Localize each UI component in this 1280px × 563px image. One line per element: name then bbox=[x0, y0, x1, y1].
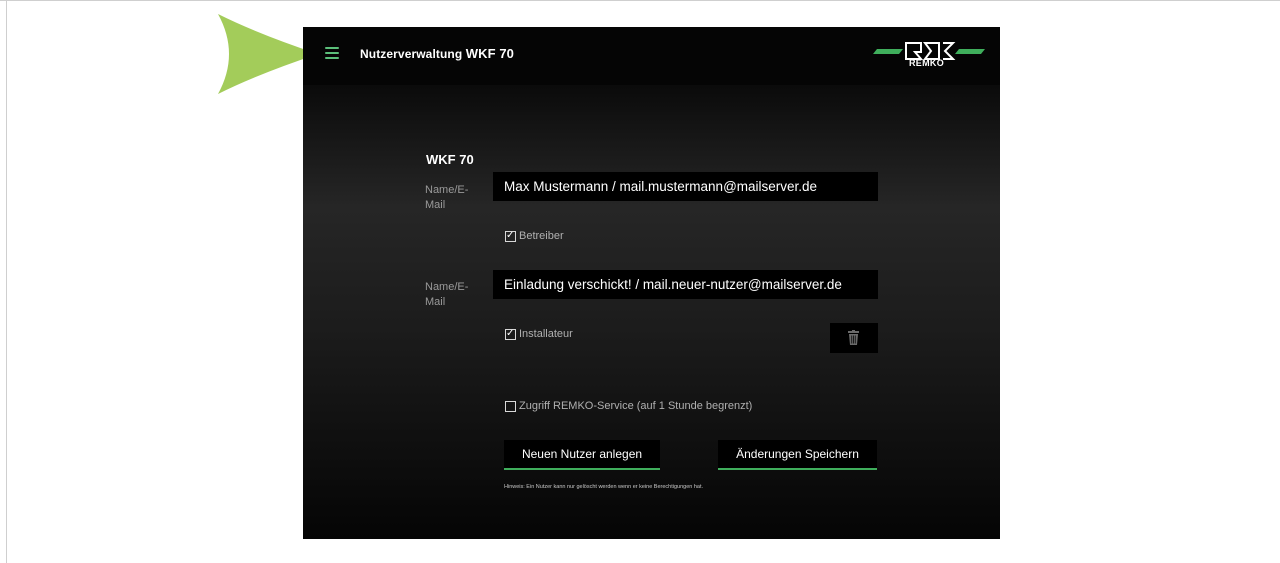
user-2-label: Name/E-Mail bbox=[425, 281, 469, 308]
checkbox-unchecked-icon[interactable] bbox=[505, 400, 516, 412]
hamburger-menu-icon[interactable] bbox=[325, 47, 339, 59]
page-title-text: Nutzerverwaltung bbox=[360, 47, 463, 61]
app-window: Nutzerverwaltung WKF 70 REMKO WKF 70 Nam… bbox=[303, 27, 1000, 539]
trash-icon bbox=[848, 330, 859, 345]
device-heading: WKF 70 bbox=[426, 152, 474, 167]
page-title-device: WKF 70 bbox=[465, 46, 515, 61]
user-1-name-email-input[interactable] bbox=[493, 172, 878, 201]
page-title: Nutzerverwaltung WKF 70 bbox=[360, 46, 514, 61]
user-1-label: Name/E-Mail bbox=[425, 184, 469, 211]
top-bar: Nutzerverwaltung WKF 70 REMKO bbox=[303, 27, 1000, 85]
user-2-role-checkbox[interactable]: ✓ Installateur bbox=[505, 328, 573, 340]
user-2-role-label: Installateur bbox=[519, 328, 573, 340]
checkbox-checked-icon[interactable]: ✓ bbox=[505, 230, 516, 242]
save-changes-button[interactable]: Änderungen Speichern bbox=[718, 440, 877, 470]
remko-logo-text: REMKO bbox=[909, 58, 944, 68]
checkbox-checked-icon[interactable]: ✓ bbox=[505, 328, 516, 340]
frame-top-border bbox=[0, 0, 1280, 1]
user-2-name-email-input[interactable] bbox=[493, 270, 878, 299]
frame-left-border bbox=[6, 0, 7, 563]
delete-user-button[interactable] bbox=[830, 323, 878, 353]
service-access-label: Zugriff REMKO-Service (auf 1 Stunde begr… bbox=[519, 400, 753, 412]
hint-text: Hinweis: Ein Nutzer kann nur gelöscht we… bbox=[504, 484, 704, 490]
user-1-role-label: Betreiber bbox=[519, 230, 564, 242]
new-user-button[interactable]: Neuen Nutzer anlegen bbox=[504, 440, 660, 470]
service-access-checkbox[interactable]: Zugriff REMKO-Service (auf 1 Stunde begr… bbox=[505, 400, 752, 412]
user-1-role-checkbox[interactable]: ✓ Betreiber bbox=[505, 230, 564, 242]
